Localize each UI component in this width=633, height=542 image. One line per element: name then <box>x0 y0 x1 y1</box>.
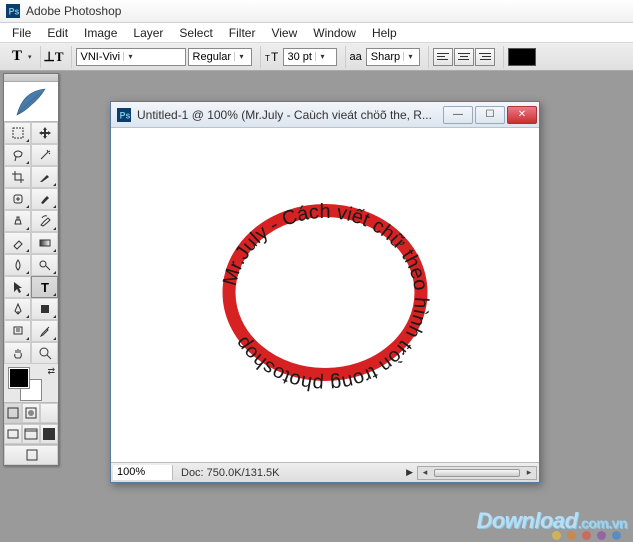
font-style-dropdown[interactable]: Regular ▾ <box>188 48 252 66</box>
brush-tool[interactable] <box>31 188 58 210</box>
path-text: Mr.July - Cách viết chữ theo hình tròn t… <box>219 201 432 395</box>
svg-text:Ps: Ps <box>120 110 131 120</box>
menu-window[interactable]: Window <box>305 24 364 42</box>
font-family-value: VNI-Vivi <box>81 51 121 63</box>
maximize-button[interactable]: ☐ <box>475 106 505 124</box>
svg-text:Mr.July - Cách viết chữ theo h: Mr.July - Cách viết chữ theo hình tròn t… <box>219 201 432 395</box>
document-canvas[interactable]: Mr.July - Cách viết chữ theo hình tròn t… <box>111 128 539 462</box>
document-title: Untitled-1 @ 100% (Mr.July - Caùch vieát… <box>137 108 441 122</box>
document-titlebar[interactable]: Ps Untitled-1 @ 100% (Mr.July - Caùch vi… <box>111 102 539 128</box>
antialias-value: Sharp <box>371 51 400 63</box>
minimize-button[interactable]: — <box>443 106 473 124</box>
align-center-button[interactable] <box>454 48 474 66</box>
gradient-tool[interactable] <box>31 232 58 254</box>
close-button[interactable]: ✕ <box>507 106 537 124</box>
scroll-right-arrow[interactable]: ▸ <box>522 467 536 478</box>
lasso-tool[interactable] <box>4 144 31 166</box>
align-left-button[interactable] <box>433 48 453 66</box>
crop-tool[interactable] <box>4 166 31 188</box>
history-brush-tool[interactable] <box>31 210 58 232</box>
menu-help[interactable]: Help <box>364 24 405 42</box>
status-menu-arrow[interactable]: ▶ <box>402 467 417 478</box>
menu-file[interactable]: File <box>4 24 39 42</box>
menu-layer[interactable]: Layer <box>125 24 171 42</box>
font-size-icon: TT <box>265 50 281 64</box>
type-tool[interactable]: T <box>31 276 58 298</box>
menubar: File Edit Image Layer Select Filter View… <box>0 23 633 43</box>
path-selection-tool[interactable] <box>4 276 31 298</box>
font-size-value: 30 pt <box>288 51 312 63</box>
document-size-status: Doc: 750.0K/131.5K <box>175 467 402 479</box>
orientation-toggle[interactable]: ⊥T <box>45 48 63 66</box>
jump-to-imageready-button[interactable] <box>4 445 58 465</box>
options-bar: T ▾ ⊥T VNI-Vivi ▾ Regular ▾ TT 30 pt ▾ a… <box>0 43 633 71</box>
font-family-dropdown[interactable]: VNI-Vivi ▾ <box>76 48 186 66</box>
document-window[interactable]: Ps Untitled-1 @ 100% (Mr.July - Caùch vi… <box>110 101 540 483</box>
magic-wand-tool[interactable] <box>31 144 58 166</box>
chevron-down-icon: ▾ <box>403 52 417 61</box>
photoshop-doc-icon: Ps <box>117 108 131 122</box>
svg-text:Ps: Ps <box>9 7 20 17</box>
tool-preset-arrow[interactable]: ▾ <box>28 53 32 61</box>
notes-tool[interactable] <box>4 320 31 342</box>
scroll-thumb[interactable] <box>434 469 520 477</box>
text-color-swatch[interactable] <box>508 48 536 66</box>
dodge-tool[interactable] <box>31 254 58 276</box>
app-title: Adobe Photoshop <box>26 4 121 18</box>
svg-text:T: T <box>265 54 270 63</box>
marquee-tool[interactable] <box>4 122 31 144</box>
swap-colors-icon[interactable]: ⇄ <box>47 366 55 377</box>
tools-palette[interactable]: T ⇄ <box>3 73 59 466</box>
eraser-tool[interactable] <box>4 232 31 254</box>
quickmask-mode-button[interactable] <box>22 403 40 423</box>
move-tool[interactable] <box>31 122 58 144</box>
chevron-down-icon: ▾ <box>315 52 329 61</box>
photoshop-feather-logo <box>4 82 58 122</box>
screen-mode-full[interactable] <box>40 424 58 444</box>
menu-filter[interactable]: Filter <box>221 24 264 42</box>
chevron-down-icon: ▾ <box>234 52 248 61</box>
photoshop-icon: Ps <box>6 4 20 18</box>
zoom-level-input[interactable]: 100% <box>113 465 173 480</box>
menu-image[interactable]: Image <box>76 24 125 42</box>
menu-edit[interactable]: Edit <box>39 24 76 42</box>
shape-tool[interactable] <box>31 298 58 320</box>
antialias-dropdown[interactable]: Sharp ▾ <box>366 48 420 66</box>
clone-stamp-tool[interactable] <box>4 210 31 232</box>
eyedropper-tool[interactable] <box>31 320 58 342</box>
scroll-left-arrow[interactable]: ◂ <box>418 467 432 478</box>
svg-text:T: T <box>271 50 279 64</box>
watermark-brand: Download <box>476 508 577 533</box>
healing-brush-tool[interactable] <box>4 188 31 210</box>
document-statusbar: 100% Doc: 750.0K/131.5K ▶ ◂ ▸ <box>111 462 539 482</box>
antialias-label: aa <box>350 51 362 63</box>
font-style-value: Regular <box>193 51 232 63</box>
svg-text:T: T <box>41 280 49 294</box>
zoom-tool[interactable] <box>31 342 58 364</box>
watermark-dots <box>552 531 621 540</box>
color-swatches[interactable]: ⇄ <box>4 364 58 402</box>
horizontal-scrollbar[interactable]: ◂ ▸ <box>417 466 537 480</box>
screen-mode-standard[interactable] <box>4 424 22 444</box>
work-area: T ⇄ Ps Untitled-1 <box>0 71 633 542</box>
slice-tool[interactable] <box>31 166 58 188</box>
blur-tool[interactable] <box>4 254 31 276</box>
screen-mode-full-menubar[interactable] <box>22 424 40 444</box>
standard-mode-button[interactable] <box>4 403 22 423</box>
watermark-suffix: .com.vn <box>578 515 627 531</box>
type-tool-indicator: T <box>8 48 26 66</box>
menu-view[interactable]: View <box>263 24 305 42</box>
menu-select[interactable]: Select <box>171 24 220 42</box>
foreground-color-swatch[interactable] <box>8 367 30 389</box>
align-right-button[interactable] <box>475 48 495 66</box>
palette-grip[interactable] <box>4 74 58 82</box>
canvas-artwork: Mr.July - Cách viết chữ theo hình tròn t… <box>195 183 455 408</box>
chevron-down-icon: ▾ <box>123 52 137 61</box>
font-size-dropdown[interactable]: 30 pt ▾ <box>283 48 337 66</box>
pen-tool[interactable] <box>4 298 31 320</box>
app-titlebar: Ps Adobe Photoshop <box>0 0 633 23</box>
hand-tool[interactable] <box>4 342 31 364</box>
